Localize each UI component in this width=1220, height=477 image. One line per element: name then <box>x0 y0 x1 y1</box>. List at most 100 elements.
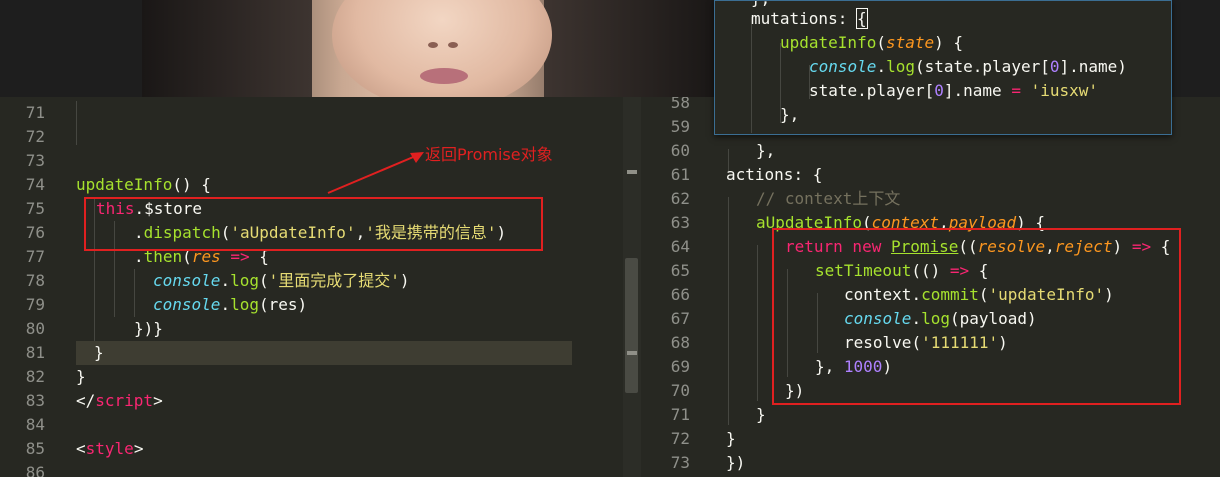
line-number: 81 <box>25 343 45 362</box>
tag-close: > <box>153 391 163 410</box>
mutations-popup[interactable]: }, mutations: { updateInfo(state) { cons… <box>714 0 1172 135</box>
dot: . <box>876 57 887 76</box>
script-tag: script <box>95 391 154 410</box>
code-line-72[interactable]: } <box>726 427 736 451</box>
code-line-61[interactable]: actions: { <box>726 163 822 187</box>
annotation-arrow-icon <box>327 152 424 194</box>
actions-key: actions <box>726 165 794 184</box>
string-arg: '里面完成了提交' <box>268 271 400 290</box>
nostril-right <box>448 42 458 48</box>
closing-brace: }, <box>780 105 800 124</box>
line-number: 72 <box>25 127 45 146</box>
comment: // context上下文 <box>756 189 901 208</box>
closing-brace: } <box>756 405 766 424</box>
scroll-marker <box>627 351 637 355</box>
hair-right <box>544 0 714 97</box>
line-number: 84 <box>25 415 45 434</box>
line-number: 71 <box>670 405 690 424</box>
webcam-overlay-image <box>142 0 714 97</box>
line-number: 60 <box>670 141 690 160</box>
closing-brace: } <box>94 343 104 362</box>
log-call: log <box>230 271 259 290</box>
colon-brace: : { <box>793 165 823 184</box>
line-number: 75 <box>25 199 45 218</box>
code-line-82[interactable]: } <box>76 365 86 389</box>
tag-close: > <box>133 439 144 458</box>
right-editor-pane[interactable]: 58 59 60 61 62 63 64 65 66 67 68 69 70 7… <box>645 97 1220 477</box>
tag-open: < <box>76 439 86 458</box>
param-state: state <box>885 33 935 52</box>
promise-annotation-label: 返回Promise对象 <box>425 145 553 164</box>
popup-line-close[interactable]: }, <box>780 103 799 127</box>
mutation-name: updateInfo <box>780 33 877 52</box>
face <box>332 0 552 97</box>
hair-left <box>142 0 312 97</box>
line-number: 83 <box>25 391 45 410</box>
fn-name: updateInfo <box>76 175 173 194</box>
code-line-73[interactable]: }) <box>726 451 745 475</box>
code-line-60[interactable]: }, <box>756 139 775 163</box>
tag-open: </ <box>76 391 96 410</box>
popup-line-assign[interactable]: state.player[0].name = 'iusxw' <box>809 79 1098 103</box>
indent-guide <box>751 17 752 133</box>
line-number: 73 <box>670 453 690 472</box>
line-number: 65 <box>670 261 690 280</box>
colon: : <box>837 9 857 28</box>
line-number: 74 <box>25 175 45 194</box>
code-line-74[interactable]: updateInfo() { <box>76 173 211 197</box>
args: (res) <box>258 295 308 314</box>
line-number: 64 <box>670 237 690 256</box>
line-number: 70 <box>670 381 690 400</box>
line-number: 72 <box>670 429 690 448</box>
line-number: 63 <box>670 213 690 232</box>
line-number: 78 <box>25 271 45 290</box>
line-number: 58 <box>670 97 690 112</box>
line-number: 67 <box>670 309 690 328</box>
log-call: log <box>230 295 259 314</box>
args: ].name) <box>1059 57 1127 76</box>
popup-line-mutations[interactable]: mutations: { <box>751 7 868 31</box>
code-line-79[interactable]: console.log(res) <box>153 293 307 317</box>
code-line-80[interactable]: })} <box>134 317 163 341</box>
popup-line-log[interactable]: console.log(state.player[0].name) <box>809 55 1127 79</box>
indent-guide <box>76 101 77 145</box>
code-line-83[interactable]: </script> <box>76 389 163 413</box>
line-number: 59 <box>670 117 690 136</box>
line-number: 73 <box>25 151 45 170</box>
code-line-85[interactable]: <style> <box>76 437 143 461</box>
fn-tail: () { <box>172 175 211 194</box>
line-number: 76 <box>25 223 45 242</box>
left-scrollbar-thumb[interactable] <box>625 258 638 393</box>
closing-brace: } <box>726 429 736 448</box>
assign-op: = <box>1011 81 1021 100</box>
nostril-left <box>428 42 438 48</box>
code-line-78[interactable]: console.log('里面完成了提交') <box>153 269 410 293</box>
console-ref: console <box>153 295 221 314</box>
indent-guide <box>728 197 729 425</box>
line-number: 80 <box>25 319 45 338</box>
left-editor-pane[interactable]: 71 72 73 74 75 76 77 78 79 80 81 82 83 8… <box>0 97 620 477</box>
matched-brace: { <box>856 8 868 29</box>
string-value: 'iusxw' <box>1030 81 1099 100</box>
indent-guide <box>757 245 758 401</box>
line-number: 86 <box>25 463 45 477</box>
index-number: 0 <box>934 81 944 100</box>
line-number: 71 <box>25 103 45 122</box>
line-number: 61 <box>670 165 690 184</box>
line-number: 69 <box>670 357 690 376</box>
line-number: 68 <box>670 333 690 352</box>
console-ref: console <box>809 57 877 76</box>
log-call: log <box>886 57 915 76</box>
dot: . <box>220 295 231 314</box>
closing-braces: }) <box>726 453 746 472</box>
closing-brace: }, <box>756 141 776 160</box>
popup-line-fn[interactable]: updateInfo(state) { <box>780 31 963 55</box>
paren: ( <box>876 33 886 52</box>
code-line-62[interactable]: // context上下文 <box>756 187 900 211</box>
line-number: 85 <box>25 439 45 458</box>
args: (state.player[ <box>914 57 1050 76</box>
console-ref: console <box>153 271 221 290</box>
indent-guide <box>134 269 135 317</box>
code-line-71[interactable]: } <box>756 403 766 427</box>
code-line-81[interactable]: } <box>94 341 104 365</box>
